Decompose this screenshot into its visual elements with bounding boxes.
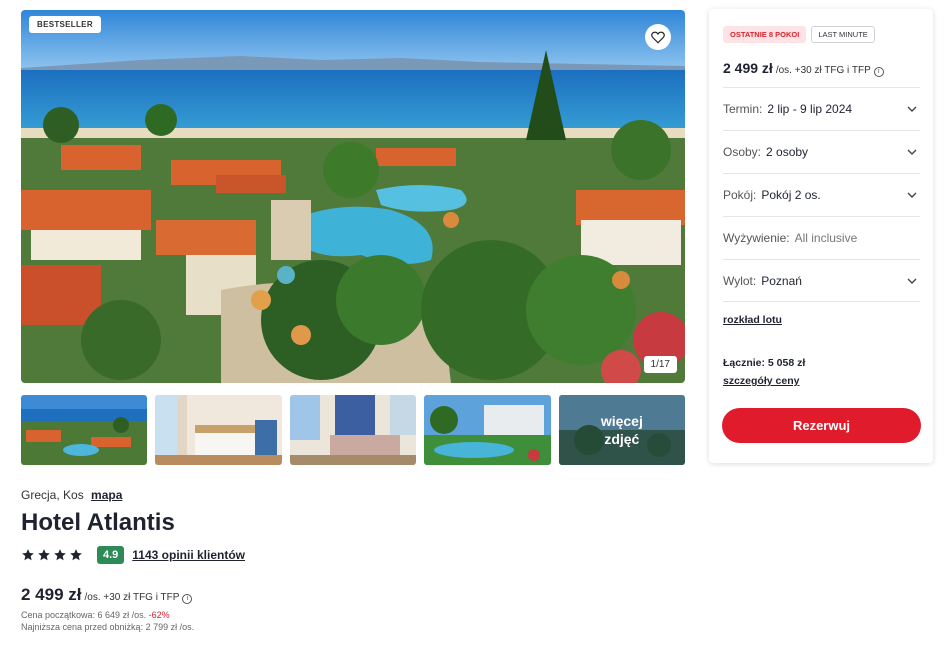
- date-value: 2 lip - 9 lip 2024: [767, 102, 853, 116]
- price-details-link[interactable]: szczegóły ceny: [723, 375, 799, 387]
- photo-counter: 1/17: [643, 356, 677, 373]
- room-label: Pokój:: [723, 188, 757, 202]
- total-price: Łącznie: 5 058 zł: [723, 357, 806, 369]
- chevron-down-icon: [907, 278, 917, 284]
- heart-icon: [651, 31, 665, 44]
- more-photos-label: więcej zdjęć: [558, 395, 686, 465]
- thumbnail-more[interactable]: więcej zdjęć: [558, 395, 686, 465]
- departure-label: Wylot:: [723, 273, 757, 288]
- offer-tags: OSTATNIE 8 POKOI LAST MINUTE: [723, 26, 875, 43]
- favorite-button[interactable]: [645, 24, 671, 50]
- rooms-left-tag: OSTATNIE 8 POKOI: [723, 26, 807, 43]
- board-field: Wyżywienie: All inclusive: [723, 216, 920, 259]
- date-select[interactable]: Termin: 2 lip - 9 lip 2024: [723, 87, 920, 130]
- info-icon[interactable]: i: [182, 594, 193, 604]
- thumbnail-strip: więcej zdjęć: [21, 395, 686, 465]
- location-text: Grecja, Kos: [21, 488, 84, 502]
- star-icon: [38, 549, 50, 561]
- last-minute-tag: LAST MINUTE: [811, 26, 875, 43]
- date-label: Termin:: [723, 102, 763, 116]
- thumbnail-pool-image: [424, 395, 551, 465]
- bestseller-badge: BESTSELLER: [29, 16, 101, 33]
- star-icon: [70, 549, 82, 561]
- departure-select[interactable]: Wylot: Poznań: [723, 259, 920, 302]
- resort-photo: [21, 10, 685, 383]
- chevron-down-icon: [907, 192, 917, 198]
- card-price: 2 499 zł /os. +30 zł TFG i TFP i: [723, 60, 884, 77]
- booking-card: OSTATNIE 8 POKOI LAST MINUTE 2 499 zł /o…: [709, 9, 933, 463]
- departure-value: Poznań: [761, 273, 802, 288]
- card-price-amount: 2 499 zł: [723, 60, 773, 76]
- thumbnail-3[interactable]: [289, 395, 417, 465]
- hotel-location: Grecja, Kos mapa: [21, 488, 122, 502]
- flight-schedule-link[interactable]: rozkład lotu: [723, 314, 782, 326]
- persons-select[interactable]: Osoby: 2 osoby: [723, 130, 920, 173]
- lowest-price-note: Najniższa cena przed obniżką: 2 799 zł /…: [21, 622, 195, 632]
- discount-percent: -62%: [148, 610, 170, 620]
- hotel-stars: [21, 548, 83, 562]
- reserve-button[interactable]: Rezerwuj: [722, 408, 921, 443]
- price-amount: 2 499 zł: [21, 585, 82, 604]
- price-suffix: /os. +30 zł TFG i TFP: [84, 592, 180, 603]
- board-value: All inclusive: [794, 231, 858, 245]
- star-icon: [22, 549, 34, 561]
- board-label: Wyżywienie:: [723, 231, 790, 245]
- card-price-suffix: /os. +30 zł TFG i TFP: [775, 65, 871, 76]
- reviews-link[interactable]: 1143 opinii klientów: [132, 548, 245, 562]
- persons-label: Osoby:: [723, 145, 762, 159]
- rating-row: 4.9 1143 opinii klientów: [21, 545, 245, 565]
- thumbnail-1[interactable]: [21, 395, 148, 465]
- star-icon: [54, 549, 66, 561]
- hotel-price: 2 499 zł /os. +30 zł TFG i TFP i: [21, 585, 193, 605]
- hotel-title: Hotel Atlantis: [21, 509, 175, 536]
- thumbnail-4[interactable]: [424, 395, 551, 465]
- chevron-down-icon: [907, 149, 917, 155]
- room-select[interactable]: Pokój: Pokój 2 os.: [723, 173, 920, 216]
- info-icon[interactable]: i: [873, 67, 884, 77]
- chevron-down-icon: [907, 106, 917, 112]
- thumbnail-room-image: [289, 395, 417, 465]
- thumbnail-room-image: [155, 395, 282, 465]
- thumbnail-resort-image: [21, 395, 148, 465]
- persons-value: 2 osoby: [766, 145, 809, 159]
- thumbnail-2[interactable]: [155, 395, 282, 465]
- review-score-badge: 4.9: [97, 546, 125, 564]
- main-photo[interactable]: BESTSELLER 1/17: [21, 10, 685, 383]
- room-value: Pokój 2 os.: [761, 188, 821, 202]
- original-price-label: Cena początkowa: 6 649 zł /os.: [21, 610, 147, 620]
- original-price-note: Cena początkowa: 6 649 zł /os. -62%: [21, 610, 170, 620]
- map-link[interactable]: mapa: [91, 488, 122, 502]
